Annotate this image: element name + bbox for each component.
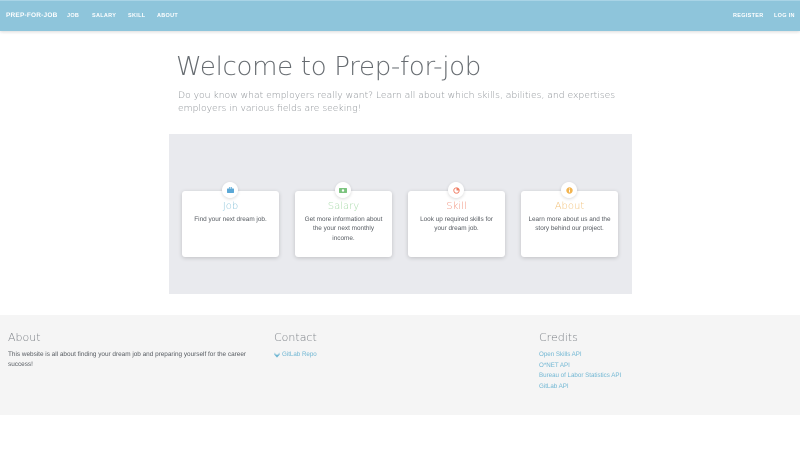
- footer: About This website is all about finding …: [0, 315, 800, 415]
- nav-login[interactable]: LOG IN: [774, 13, 795, 19]
- chart-icon: [448, 182, 464, 198]
- card-about[interactable]: About Learn more about us and the story …: [521, 182, 618, 257]
- footer-about-text: This website is all about finding your d…: [8, 351, 247, 368]
- briefcase-icon: [222, 182, 238, 198]
- nav-about[interactable]: ABOUT: [157, 13, 178, 19]
- page-subtitle: Do you know what employers really want? …: [178, 90, 616, 114]
- nav-salary[interactable]: SALARY: [92, 13, 116, 19]
- credit-link-gitlab-api[interactable]: GitLab API: [539, 383, 569, 390]
- credit-link-onet[interactable]: O*NET API: [539, 362, 570, 369]
- card-text: Look up required skills for your dream j…: [420, 216, 493, 233]
- nav-skill[interactable]: SKILL: [128, 13, 145, 19]
- gitlab-repo-label: GitLab Repo: [282, 351, 317, 358]
- info-icon: [561, 182, 577, 198]
- footer-contact-heading: Contact: [274, 331, 317, 344]
- brand-link[interactable]: PREP-FOR-JOB: [6, 12, 58, 19]
- money-icon: [335, 182, 351, 198]
- card-text: Get more information about the your next…: [304, 216, 383, 242]
- credit-link-bls[interactable]: Bureau of Labor Statistics API: [539, 372, 621, 379]
- top-navbar: PREP-FOR-JOB JOB SALARY SKILL ABOUT REGI…: [0, 0, 800, 31]
- card-text: Learn more about us and the story behind…: [528, 216, 611, 233]
- footer-credits-heading: Credits: [539, 331, 578, 344]
- feature-panel: Job Find your next dream job. Salary Get…: [169, 134, 632, 294]
- card-salary[interactable]: Salary Get more information about the yo…: [295, 182, 392, 257]
- card-title: Salary: [327, 201, 360, 212]
- card-job[interactable]: Job Find your next dream job.: [182, 182, 279, 257]
- card-title: Skill: [446, 201, 467, 212]
- footer-about-heading: About: [8, 331, 41, 344]
- gitlab-repo-link[interactable]: GitLab Repo: [274, 351, 317, 358]
- card-title: About: [554, 201, 585, 212]
- credit-link-open-skills[interactable]: Open Skills API: [539, 351, 582, 358]
- nav-register[interactable]: REGISTER: [733, 13, 764, 19]
- card-skill[interactable]: Skill Look up required skills for your d…: [408, 182, 505, 257]
- page-title: Welcome to Prep-for-job: [176, 52, 481, 82]
- card-text: Find your next dream job.: [194, 216, 267, 223]
- gitlab-icon: [274, 351, 280, 358]
- nav-job[interactable]: JOB: [67, 13, 79, 19]
- card-title: Job: [222, 201, 239, 212]
